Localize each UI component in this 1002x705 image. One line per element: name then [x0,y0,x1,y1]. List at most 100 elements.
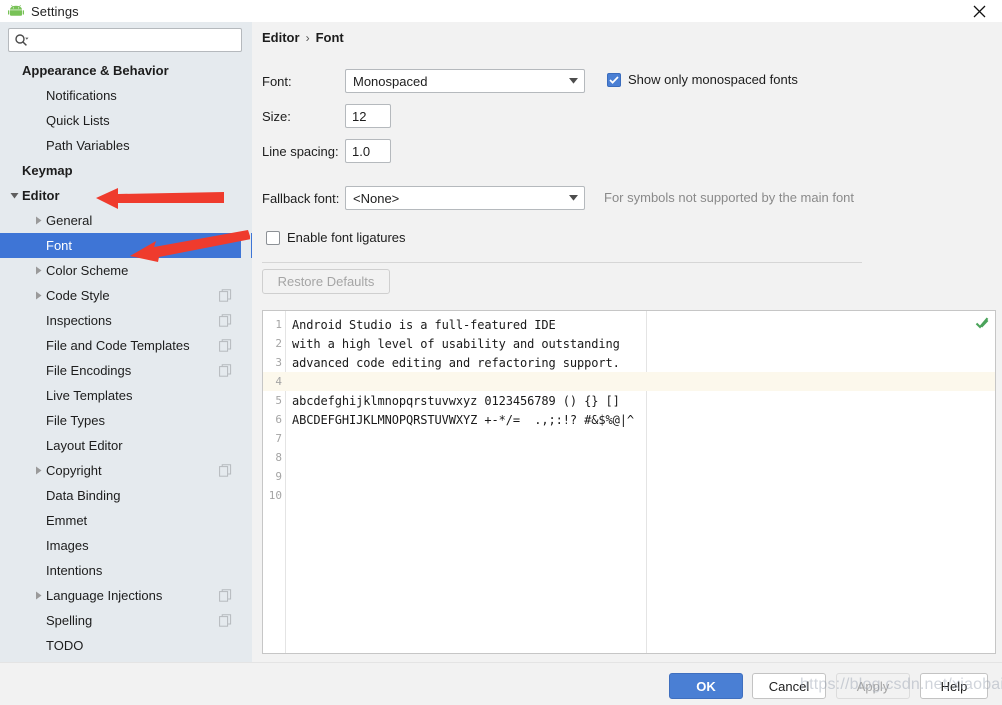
sidebar-item-path-variables[interactable]: Path Variables [0,133,252,158]
copy-settings-icon[interactable] [219,364,232,377]
sidebar-item-label: Images [46,538,89,553]
dialog-button-bar: OK Cancel Apply Help [0,662,1002,705]
preview-line-text: with a high level of usability and outst… [292,336,620,351]
sidebar-item-copyright[interactable]: Copyright [0,458,252,483]
preview-line-text: abcdefghijklmnopqrstuvwxyz 0123456789 ()… [292,393,620,408]
sidebar-item-label: Font [46,238,73,253]
sidebar-item-color-scheme[interactable]: Color Scheme [0,258,252,283]
cancel-button[interactable]: Cancel [752,673,826,699]
sidebar-item-emmet[interactable]: Emmet [0,508,252,533]
sidebar-item-label: File Encodings [46,363,132,378]
font-combobox[interactable]: Monospaced [345,69,585,93]
sidebar-item-appearance-behavior[interactable]: Appearance & Behavior [0,58,252,83]
fallback-font-value: <None> [353,190,400,206]
line-spacing-input[interactable] [346,141,390,161]
sidebar-item-label: Keymap [22,163,73,178]
preview-line-text: ABCDEFGHIJKLMNOPQRSTUVWXYZ +-*/= .,;:!? … [292,412,634,427]
sidebar-item-quick-lists[interactable]: Quick Lists [0,108,252,133]
chevron-down-icon [562,70,584,92]
fallback-font-label: Fallback font: [262,190,340,206]
chevron-right-icon[interactable] [30,208,46,233]
sidebar-item-general[interactable]: General [0,208,252,233]
search-icon [14,33,29,48]
sidebar-item-editor[interactable]: Editor [0,183,252,208]
ligatures-checkbox-label: Enable font ligatures [287,230,406,245]
preview-line: 6 ABCDEFGHIJKLMNOPQRSTUVWXYZ +-*/= .,;:!?… [263,410,995,429]
sidebar-item-live-templates[interactable]: Live Templates [0,383,252,408]
breadcrumb-root[interactable]: Editor [262,30,300,45]
sidebar-item-file-types[interactable]: File Types [0,408,252,433]
restore-defaults-button[interactable]: Restore Defaults [262,269,390,294]
sidebar-item-todo[interactable]: TODO [0,633,252,658]
sidebar-item-label: File Types [46,413,106,428]
sidebar-item-images[interactable]: Images [0,533,252,558]
font-combobox-value: Monospaced [353,73,428,89]
sidebar-item-label: Inspections [46,313,112,328]
monospaced-checkbox-row[interactable]: Show only monospaced fonts [607,72,798,87]
preview-line-text: advanced code editing and refactoring su… [292,355,620,370]
copy-settings-icon[interactable] [219,614,232,627]
sidebar-item-label: Emmet [46,513,88,528]
chevron-right-icon[interactable] [30,458,46,483]
sidebar-item-code-style[interactable]: Code Style [0,283,252,308]
apply-button[interactable]: Apply [836,673,910,699]
sidebar-scrollbar-track[interactable] [241,58,251,662]
sidebar-item-data-binding[interactable]: Data Binding [0,483,252,508]
android-icon [8,3,24,19]
sidebar-item-label: Color Scheme [46,263,129,278]
sidebar-item-keymap[interactable]: Keymap [0,158,252,183]
sidebar-item-file-and-code-templates[interactable]: File and Code Templates [0,333,252,358]
sidebar-item-label: TODO [46,638,84,653]
ligatures-checkbox-row[interactable]: Enable font ligatures [266,230,406,245]
settings-tree: Appearance & Behavior Notifications Quick … [0,58,252,662]
search-box[interactable] [8,28,242,52]
copy-settings-icon[interactable] [219,314,232,327]
copy-settings-icon[interactable] [219,464,232,477]
chevron-right-icon[interactable] [30,583,46,608]
preview-line: 1 Android Studio is a full-featured IDE [263,315,995,334]
fallback-font-hint: For symbols not supported by the main fo… [604,190,855,205]
font-preview-editor[interactable]: 1 Android Studio is a full-featured IDE 2 w… [262,310,996,654]
sidebar-item-label: Data Binding [46,488,121,503]
chevron-right-icon[interactable] [30,258,46,283]
size-field[interactable] [345,104,391,128]
sidebar-item-font[interactable]: Font [0,233,252,258]
sidebar-item-label: General [46,213,93,228]
breadcrumb-leaf: Font [315,30,344,45]
ligatures-checkbox[interactable] [266,230,280,245]
line-number: 10 [268,489,282,502]
sidebar-item-spelling[interactable]: Spelling [0,608,252,633]
sidebar-item-layout-editor[interactable]: Layout Editor [0,433,252,458]
line-number: 6 [275,413,282,426]
copy-settings-icon[interactable] [219,339,232,352]
chevron-right-icon[interactable] [30,283,46,308]
close-icon[interactable] [956,0,1002,22]
ok-button[interactable]: OK [669,673,743,699]
font-row: Font: Monospaced [262,69,585,93]
sidebar-item-intentions[interactable]: Intentions [0,558,252,583]
help-button[interactable]: Help [920,673,988,699]
sidebar-item-inspections[interactable]: Inspections [0,308,252,333]
settings-dialog: Settings Appearance & Behavior Notificati… [0,0,1002,705]
copy-settings-icon[interactable] [219,289,232,302]
chevron-down-icon[interactable] [6,183,22,208]
size-input[interactable] [346,106,390,126]
search-input[interactable] [29,30,241,50]
copy-settings-icon[interactable] [219,589,232,602]
sidebar-item-file-encodings[interactable]: File Encodings [0,358,252,383]
monospaced-checkbox[interactable] [607,72,621,87]
preview-line: 8 [263,448,995,467]
preview-line: 7 [263,429,995,448]
line-spacing-field[interactable] [345,139,391,163]
sidebar-item-language-injections[interactable]: Language Injections [0,583,252,608]
fallback-font-combobox[interactable]: <None> [345,186,585,210]
window-title: Settings [31,3,79,19]
sidebar-item-notifications[interactable]: Notifications [0,83,252,108]
sidebar-item-label: Live Templates [46,388,133,403]
